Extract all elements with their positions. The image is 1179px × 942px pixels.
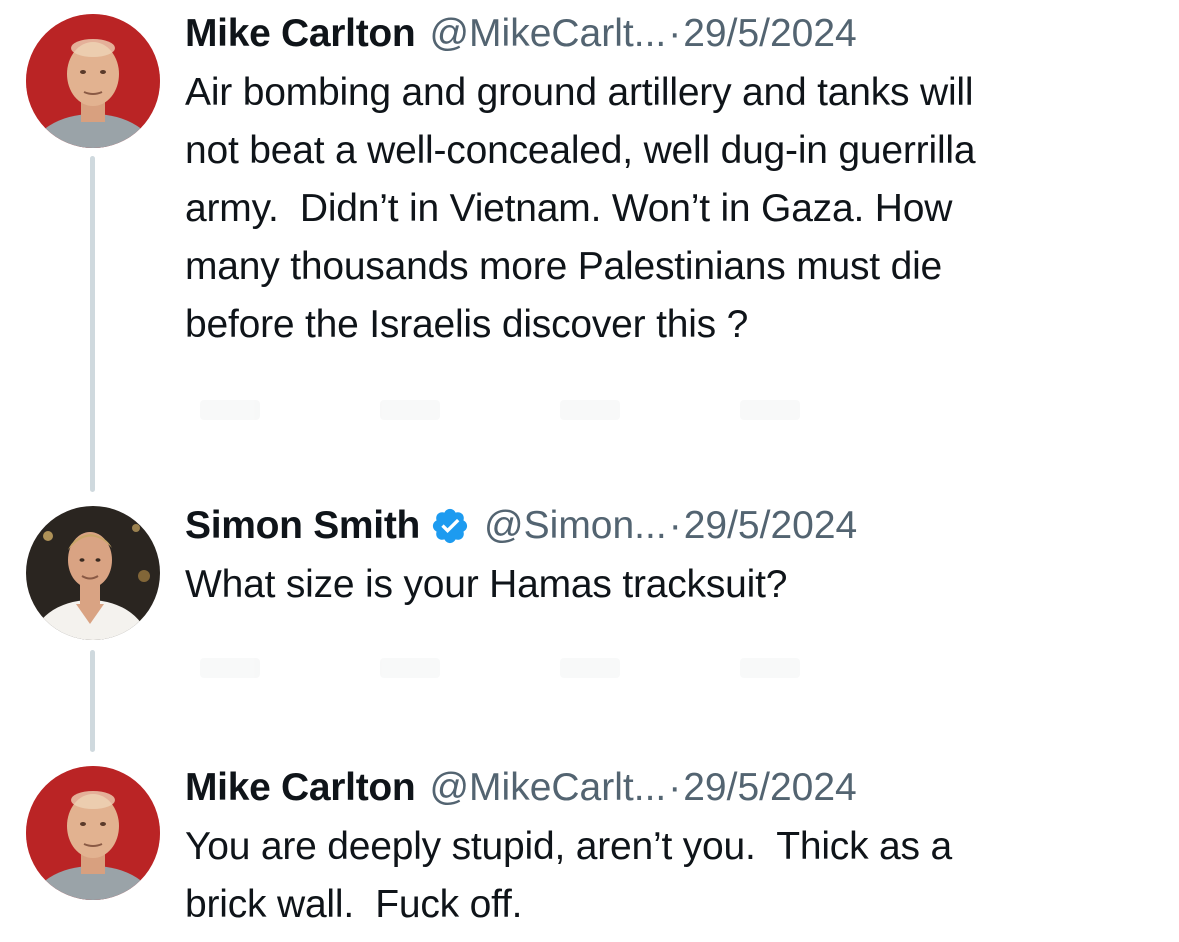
tweet[interactable]: Mike Carlton @MikeCarlt... · 29/5/2024 Y… — [0, 760, 1179, 942]
separator-dot: · — [668, 766, 682, 809]
like-icon[interactable] — [560, 400, 620, 420]
reply-icon[interactable] — [200, 658, 260, 678]
avatar-simon-smith-icon — [26, 506, 160, 640]
tweet-date[interactable]: 29/5/2024 — [683, 12, 857, 56]
tweet-text: You are deeply stupid, aren’t you. Thick… — [185, 825, 952, 926]
user-handle[interactable]: @MikeCarlt... — [429, 766, 666, 810]
avatar[interactable] — [26, 14, 160, 148]
tweet-body: Simon Smith @Simon... · 29/5/2024 What s… — [185, 500, 1149, 614]
user-handle[interactable]: @Simon... — [484, 504, 667, 548]
avatar-mike-carlton-icon — [26, 14, 160, 148]
tweet-header: Mike Carlton @MikeCarlt... · 29/5/2024 — [185, 8, 1149, 60]
tweet-text: What size is your Hamas tracksuit? — [185, 563, 788, 606]
separator-dot: · — [668, 504, 682, 547]
retweet-icon[interactable] — [380, 658, 440, 678]
tweet-header: Mike Carlton @MikeCarlt... · 29/5/2024 — [185, 762, 1149, 814]
avatar[interactable] — [26, 506, 160, 640]
display-name[interactable]: Mike Carlton — [185, 766, 416, 810]
display-name[interactable]: Mike Carlton — [185, 12, 416, 56]
tweet[interactable]: Mike Carlton @MikeCarlt... · 29/5/2024 A… — [0, 0, 1179, 470]
like-icon[interactable] — [560, 658, 620, 678]
display-name[interactable]: Simon Smith — [185, 504, 420, 548]
share-icon[interactable] — [740, 658, 800, 678]
tweet-date[interactable]: 29/5/2024 — [683, 766, 857, 810]
avatar[interactable] — [26, 766, 160, 900]
tweet-actions — [200, 390, 800, 430]
reply-icon[interactable] — [200, 400, 260, 420]
tweet-actions — [200, 648, 800, 688]
tweet-body: Mike Carlton @MikeCarlt... · 29/5/2024 Y… — [185, 762, 1149, 934]
conversation-thread: Mike Carlton @MikeCarlt... · 29/5/2024 A… — [0, 0, 1179, 942]
share-icon[interactable] — [740, 400, 800, 420]
verified-badge-icon — [430, 506, 470, 546]
tweet-text: Air bombing and ground artillery and tan… — [185, 71, 976, 346]
separator-dot: · — [668, 12, 682, 55]
user-handle[interactable]: @MikeCarlt... — [429, 12, 666, 56]
tweet[interactable]: Simon Smith @Simon... · 29/5/2024 What s… — [0, 500, 1179, 720]
retweet-icon[interactable] — [380, 400, 440, 420]
tweet-body: Mike Carlton @MikeCarlt... · 29/5/2024 A… — [185, 8, 1149, 354]
avatar-mike-carlton-icon — [26, 766, 160, 900]
tweet-date[interactable]: 29/5/2024 — [684, 504, 858, 548]
tweet-header: Simon Smith @Simon... · 29/5/2024 — [185, 500, 1149, 552]
